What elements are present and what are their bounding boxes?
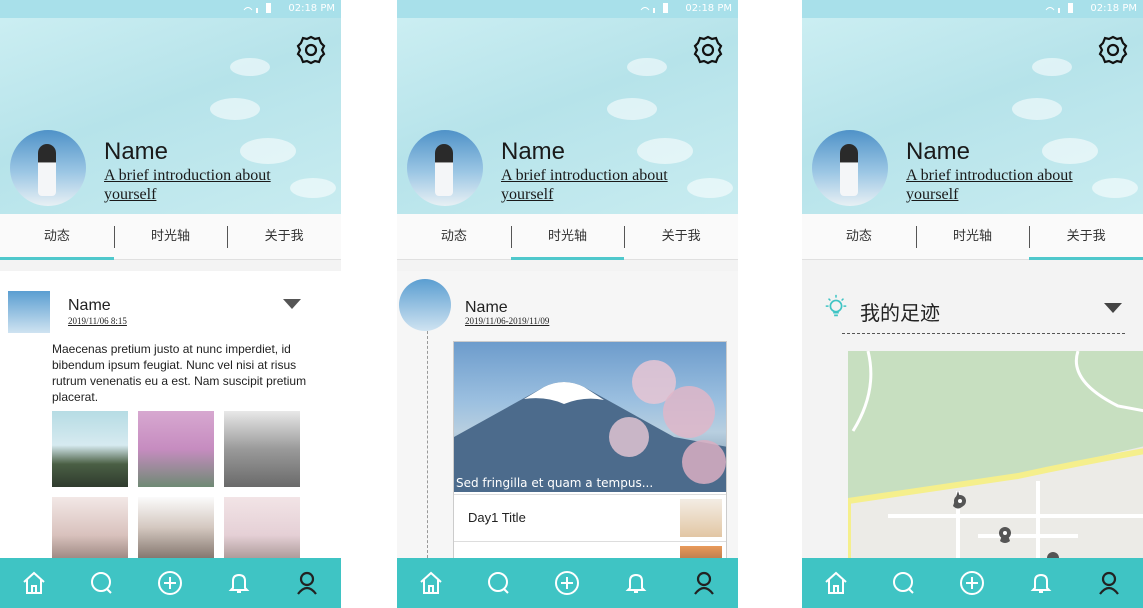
day1-title: Day1 Title [468, 510, 526, 525]
bottom-nav [397, 558, 738, 608]
profile-intro[interactable]: A brief introduction about yourself [906, 166, 1116, 204]
tab-timeline[interactable]: 时光轴 [915, 214, 1030, 259]
timeline-date-range: 2019/11/06-2019/11/09 [465, 316, 550, 326]
status-bar: 02:18 PM [0, 0, 341, 18]
bottom-nav [802, 558, 1143, 608]
post-expand-icon[interactable] [283, 299, 301, 309]
footprint-divider [842, 333, 1125, 334]
profile-tabs: 动态 时光轴 关于我 [397, 214, 738, 260]
tab-about-me[interactable]: 关于我 [1029, 214, 1143, 260]
status-time: 02:18 PM [288, 3, 335, 14]
status-time: 02:18 PM [1090, 3, 1137, 14]
tab-timeline[interactable]: 时光轴 [510, 214, 625, 260]
tab-moments[interactable]: 动态 [397, 214, 511, 259]
tab-about-me[interactable]: 关于我 [227, 214, 341, 259]
profile-avatar[interactable] [10, 130, 86, 206]
profile-avatar[interactable] [407, 130, 483, 206]
add-icon[interactable] [554, 570, 580, 596]
post-photo[interactable] [138, 497, 214, 558]
search-icon[interactable] [891, 570, 917, 596]
profile-icon[interactable] [691, 570, 717, 596]
mountain-illustration [454, 360, 726, 492]
lightbulb-icon [825, 294, 847, 317]
post-avatar[interactable] [8, 291, 50, 333]
footprint-title: 我的足迹 [860, 301, 940, 325]
post-author-name: Name [68, 297, 111, 314]
trip-cover-photo[interactable]: Sed fringilla et quam a tempus... [454, 342, 726, 492]
phone-screen-timeline: 02:18 PM Name A brief introduction about… [397, 0, 738, 608]
day1-row[interactable]: Day1 Title [454, 494, 726, 540]
moments-feed: Name 2019/11/06 8:15 Maecenas pretium ju… [0, 261, 341, 558]
post-date: 2019/11/06 8:15 [68, 316, 127, 326]
status-bar: 02:18 PM [397, 0, 738, 18]
timeline-line [427, 331, 428, 558]
day2-row[interactable] [454, 541, 726, 558]
map-canvas [848, 351, 1143, 558]
post-photo[interactable] [138, 411, 214, 487]
footprint-map[interactable] [848, 351, 1143, 558]
profile-tabs: 动态 时光轴 关于我 [802, 214, 1143, 260]
home-icon[interactable] [823, 570, 849, 596]
status-time: 02:18 PM [685, 3, 732, 14]
home-icon[interactable] [21, 570, 47, 596]
settings-gear-icon[interactable] [1097, 34, 1129, 66]
footprint-expand-icon[interactable] [1104, 303, 1122, 313]
signal-battery-icon [1045, 3, 1073, 13]
day1-thumbnail [680, 499, 722, 537]
post-card: Name 2019/11/06 8:15 Maecenas pretium ju… [0, 271, 341, 558]
timeline-card: Name 2019/11/06-2019/11/09 Sed fringilla… [397, 271, 738, 558]
post-photo[interactable] [52, 497, 128, 558]
bell-icon[interactable] [226, 570, 252, 596]
settings-gear-icon[interactable] [295, 34, 327, 66]
phone-screen-about-me: 02:18 PM Name A brief introduction about… [802, 0, 1143, 608]
bell-icon[interactable] [623, 570, 649, 596]
profile-avatar[interactable] [812, 130, 888, 206]
post-text: Maecenas pretium justo at nunc imperdiet… [52, 342, 307, 404]
about-me-section: 我的足迹 [802, 261, 1143, 558]
tab-moments[interactable]: 动态 [0, 214, 114, 260]
profile-icon[interactable] [294, 570, 320, 596]
profile-tabs: 动态 时光轴 关于我 [0, 214, 341, 260]
profile-name: Name [104, 138, 169, 165]
post-photo[interactable] [224, 411, 300, 487]
search-icon[interactable] [486, 570, 512, 596]
profile-name: Name [906, 138, 971, 165]
profile-name: Name [501, 138, 566, 165]
home-icon[interactable] [418, 570, 444, 596]
add-icon[interactable] [157, 570, 183, 596]
search-icon[interactable] [89, 570, 115, 596]
trip-entry[interactable]: Sed fringilla et quam a tempus... Day1 T… [453, 341, 727, 558]
profile-header: Name A brief introduction about yourself [397, 18, 738, 214]
tab-timeline[interactable]: 时光轴 [113, 214, 228, 259]
profile-icon[interactable] [1096, 570, 1122, 596]
profile-header: Name A brief introduction about yourself [0, 18, 341, 214]
status-bar: 02:18 PM [802, 0, 1143, 18]
tab-about-me[interactable]: 关于我 [624, 214, 738, 259]
bottom-nav [0, 558, 341, 608]
profile-intro[interactable]: A brief introduction about yourself [104, 166, 314, 204]
post-photo[interactable] [224, 497, 300, 558]
profile-intro[interactable]: A brief introduction about yourself [501, 166, 711, 204]
timeline-author-name: Name [465, 299, 508, 316]
phone-screen-moments: 02:18 PM Name A brief introduction about… [0, 0, 341, 608]
day2-thumbnail [680, 546, 722, 558]
add-icon[interactable] [959, 570, 985, 596]
post-photo[interactable] [52, 411, 128, 487]
profile-header: Name A brief introduction about yourself [802, 18, 1143, 214]
tab-moments[interactable]: 动态 [802, 214, 916, 259]
timeline-avatar[interactable] [399, 279, 451, 331]
settings-gear-icon[interactable] [692, 34, 724, 66]
signal-battery-icon [243, 3, 271, 13]
signal-battery-icon [640, 3, 668, 13]
timeline-feed: Name 2019/11/06-2019/11/09 Sed fringilla… [397, 261, 738, 558]
bell-icon[interactable] [1028, 570, 1054, 596]
trip-caption: Sed fringilla et quam a tempus... [456, 476, 654, 490]
